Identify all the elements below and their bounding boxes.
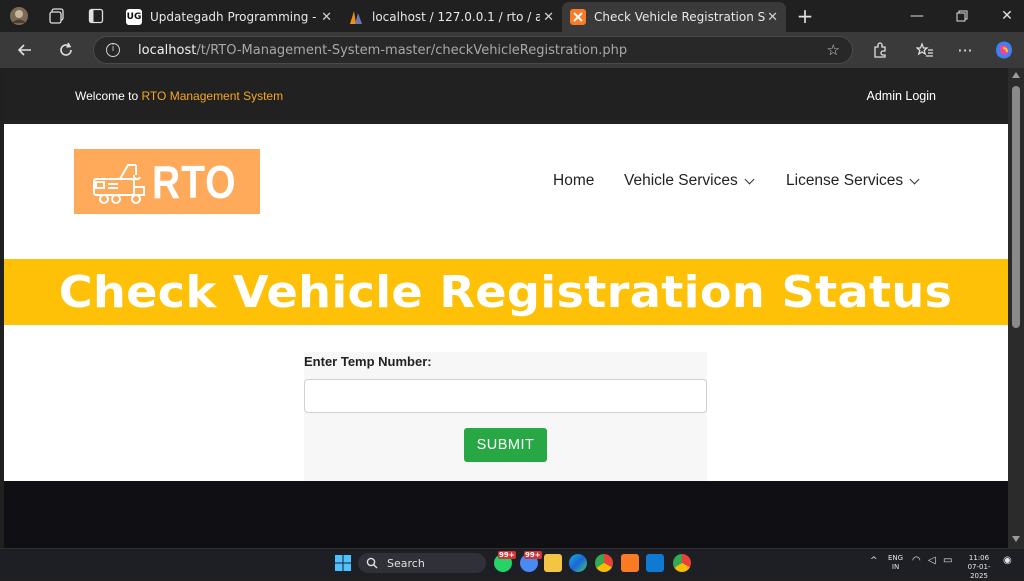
minimize-icon[interactable]: — <box>894 0 940 32</box>
restore-icon[interactable] <box>939 0 985 32</box>
close-window-icon[interactable]: ✕ <box>984 0 1024 32</box>
brand-name: RTO Management System <box>141 89 284 103</box>
tab-actions-icon[interactable] <box>86 6 106 26</box>
volume-icon[interactable]: ◁ <box>928 556 936 566</box>
tab-title: Updategadh Programming - Upd <box>150 10 318 24</box>
check-status-form: Enter Temp Number: SUBMIT <box>304 352 707 484</box>
clock[interactable]: 11:06 07-01-2025 <box>960 554 998 581</box>
phpmyadmin-favicon-icon <box>348 9 364 25</box>
vscode-icon[interactable] <box>646 554 664 572</box>
workspaces-icon[interactable] <box>47 6 67 26</box>
browser-toolbar: i localhost/t/RTO-Management-System-mast… <box>0 32 1024 68</box>
form-section: Enter Temp Number: SUBMIT <box>4 325 1008 484</box>
close-tab-icon[interactable]: ✕ <box>321 10 332 25</box>
extensions-icon[interactable] <box>870 40 890 60</box>
address-bar[interactable]: i localhost/t/RTO-Management-System-mast… <box>93 36 853 64</box>
wifi-icon[interactable]: ◠ <box>912 556 921 566</box>
top-info-bar: Welcome to RTO Management System Admin L… <box>4 68 1008 124</box>
back-icon[interactable] <box>15 40 35 60</box>
more-options-icon[interactable]: ··· <box>955 40 975 60</box>
updategadh-favicon-icon: UG <box>126 9 142 25</box>
page-footer <box>4 481 1008 548</box>
profile-avatar-icon[interactable] <box>9 6 29 26</box>
notification-badge: 99+ <box>498 551 516 559</box>
taskbar-search[interactable]: Search <box>358 553 486 573</box>
chrome-icon[interactable] <box>595 554 613 572</box>
site-header: RTO Home Vehicle Services License Servic… <box>4 124 1008 258</box>
battery-icon[interactable]: ▭ <box>943 556 952 566</box>
nav-label: Home <box>553 172 595 189</box>
page-title: Check Vehicle Registration Status <box>59 266 953 318</box>
copilot-icon[interactable] <box>994 40 1014 60</box>
show-hidden-icons[interactable]: ^ <box>870 557 878 566</box>
tow-truck-icon <box>93 164 145 204</box>
favorite-star-icon[interactable]: ☆ <box>827 41 840 59</box>
windows-taskbar: Search 99+ 99+ ^ ENG IN ◠ ◁ ▭ 11:06 07-01-… <box>0 548 1024 580</box>
file-explorer-icon[interactable] <box>544 554 562 572</box>
tab-title: localhost / 127.0.0.1 / rto / admin <box>372 10 540 24</box>
start-icon[interactable] <box>334 554 352 572</box>
chevron-down-icon <box>909 174 920 184</box>
chrome-alt-icon[interactable] <box>673 554 691 572</box>
scroll-up-icon[interactable] <box>1012 72 1020 78</box>
temp-number-label: Enter Temp Number: <box>304 354 432 369</box>
nav-label: License Services <box>786 172 904 189</box>
chevron-down-icon <box>744 174 755 184</box>
nav-license-services[interactable]: License Services <box>786 172 920 190</box>
nav-home[interactable]: Home <box>553 172 594 190</box>
submit-button[interactable]: SUBMIT <box>464 428 547 462</box>
nav-label: Vehicle Services <box>624 172 738 189</box>
tab-updategadh[interactable]: UG Updategadh Programming - Upd ✕ <box>118 2 340 32</box>
tab-title: Check Vehicle Registration Status <box>594 10 766 24</box>
notification-badge: 99+ <box>524 551 542 559</box>
scrollbar-thumb[interactable] <box>1012 86 1020 328</box>
language-indicator[interactable]: ENG IN <box>888 554 903 572</box>
xampp-icon[interactable] <box>621 554 639 572</box>
browser-tab-strip: UG Updategadh Programming - Upd ✕ localh… <box>0 0 1024 32</box>
page-scrollbar[interactable] <box>1008 68 1024 548</box>
admin-login-link[interactable]: Admin Login <box>867 89 937 103</box>
url-text[interactable]: localhost/t/RTO-Management-System-master… <box>138 43 627 58</box>
close-tab-icon[interactable]: ✕ <box>543 10 554 25</box>
site-info-icon[interactable]: i <box>106 43 120 57</box>
tab-check-vehicle[interactable]: Check Vehicle Registration Status ✕ <box>562 2 786 32</box>
nav-vehicle-services[interactable]: Vehicle Services <box>624 172 755 190</box>
page-banner: Check Vehicle Registration Status <box>4 259 1008 325</box>
favorites-icon[interactable] <box>915 40 935 60</box>
edge-icon[interactable] <box>569 554 587 572</box>
new-tab-icon[interactable]: + <box>795 4 815 28</box>
welcome-text: Welcome to RTO Management System <box>75 89 284 103</box>
close-tab-icon[interactable]: ✕ <box>767 10 778 25</box>
tab-phpmyadmin[interactable]: localhost / 127.0.0.1 / rto / admin ✕ <box>340 2 562 32</box>
page-viewport: Welcome to RTO Management System Admin L… <box>4 68 1008 548</box>
temp-number-input[interactable] <box>304 379 707 413</box>
logo-text: RTO <box>152 156 237 208</box>
rto-logo[interactable]: RTO <box>74 149 260 214</box>
scroll-down-icon[interactable] <box>1012 536 1020 542</box>
xampp-favicon-icon <box>570 9 586 25</box>
refresh-icon[interactable] <box>56 40 76 60</box>
search-icon <box>366 557 378 569</box>
search-label: Search <box>387 556 425 570</box>
notifications-icon[interactable]: ◉ <box>1003 556 1012 566</box>
